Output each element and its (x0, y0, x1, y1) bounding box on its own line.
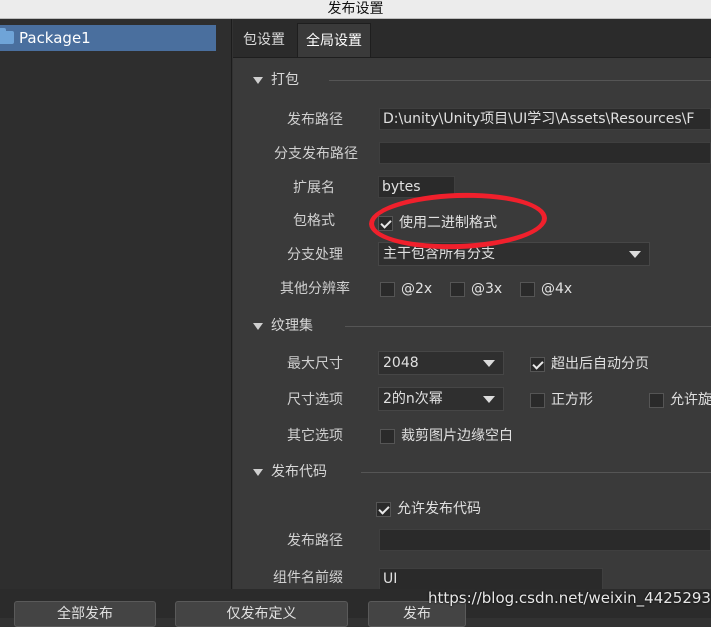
res-2x-label: @2x (401, 281, 433, 297)
chevron-down-icon (253, 76, 263, 84)
branch-path-input[interactable] (379, 142, 711, 164)
divider (329, 80, 711, 81)
section-atlas-header[interactable]: 纹理集 (253, 316, 711, 336)
divider (345, 326, 711, 327)
other-options-label: 其它选项 (287, 428, 343, 444)
divider (361, 472, 711, 473)
watermark: https://blog.csdn.net/weixin_44252935 (428, 589, 711, 607)
allow-publish-code-label: 允许发布代码 (397, 501, 481, 517)
package-format-label: 包格式 (293, 213, 335, 229)
trim-checkbox[interactable]: 裁剪图片边缘空白 (380, 427, 513, 447)
checkbox-icon (649, 392, 664, 408)
size-option-dropdown[interactable]: 2的n次幂 (378, 387, 504, 411)
max-size-dropdown[interactable]: 2048 (378, 351, 504, 375)
chevron-down-icon (253, 322, 263, 330)
res-4x-checkbox[interactable]: @4x (520, 280, 572, 300)
publish-path-input[interactable]: D:\unity\Unity项目\UI学习\Assets\Resources\F (379, 108, 711, 130)
chevron-down-icon (483, 396, 495, 403)
tab-package-settings[interactable]: 包设置 (235, 23, 293, 57)
res-4x-label: @4x (541, 281, 573, 297)
chevron-down-icon (253, 468, 263, 476)
extension-label: 扩展名 (293, 180, 335, 196)
code-path-label: 发布路径 (287, 533, 343, 549)
square-checkbox[interactable]: 正方形 (530, 391, 593, 411)
publish-definition-button[interactable]: 仅发布定义 (175, 601, 348, 627)
section-title: 打包 (271, 72, 299, 88)
auto-page-label: 超出后自动分页 (551, 356, 649, 372)
folder-icon (0, 28, 14, 44)
checkbox-checked-icon (376, 501, 391, 517)
component-prefix-label: 组件名前缀 (273, 570, 343, 586)
trim-label: 裁剪图片边缘空白 (401, 428, 513, 444)
branch-path-label: 分支发布路径 (274, 146, 358, 162)
max-size-value: 2048 (383, 355, 419, 371)
section-title: 发布代码 (271, 464, 327, 480)
package-list: Package1 (0, 19, 232, 589)
sidebar-item-label: Package1 (19, 29, 91, 47)
section-pack-header[interactable]: 打包 (253, 70, 711, 90)
publish-all-button[interactable]: 全部发布 (14, 601, 156, 627)
other-resolution-label: 其他分辨率 (280, 281, 350, 297)
checkbox-icon (380, 281, 395, 297)
res-2x-checkbox[interactable]: @2x (380, 280, 432, 300)
tab-bar: 包设置 全局设置 (233, 19, 711, 57)
section-code-header[interactable]: 发布代码 (253, 462, 711, 482)
square-label: 正方形 (551, 392, 593, 408)
branch-handling-label: 分支处理 (287, 247, 343, 263)
tab-global-settings[interactable]: 全局设置 (297, 23, 371, 57)
res-3x-checkbox[interactable]: @3x (450, 280, 502, 300)
checkbox-icon (450, 281, 465, 297)
size-option-label: 尺寸选项 (287, 392, 343, 408)
window-title: 发布设置 (0, 0, 711, 19)
settings-content: 打包 发布路径 D:\unity\Unity项目\UI学习\Assets\Res… (233, 57, 711, 590)
auto-page-checkbox[interactable]: 超出后自动分页 (530, 355, 649, 375)
publish-path-label: 发布路径 (287, 112, 343, 128)
allow-publish-code-checkbox[interactable]: 允许发布代码 (376, 500, 481, 520)
checkbox-icon (530, 392, 545, 408)
checkbox-checked-icon (530, 356, 545, 372)
res-3x-label: @3x (471, 281, 503, 297)
code-path-input[interactable] (379, 529, 711, 551)
checkbox-icon (520, 281, 535, 297)
section-title: 纹理集 (271, 318, 313, 334)
settings-panel: 包设置 全局设置 打包 发布路径 D:\unity\Unity项目\UI学习\A… (233, 19, 711, 590)
max-size-label: 最大尺寸 (287, 356, 343, 372)
component-prefix-input[interactable]: UI (379, 568, 603, 590)
allow-rotate-label: 允许旋 (670, 392, 711, 408)
allow-rotate-checkbox[interactable]: 允许旋 (649, 391, 711, 411)
size-option-value: 2的n次幂 (383, 391, 443, 407)
chevron-down-icon (483, 360, 495, 367)
checkbox-icon (380, 428, 395, 444)
sidebar-item-package1[interactable]: Package1 (0, 25, 216, 51)
chevron-down-icon (629, 251, 641, 258)
